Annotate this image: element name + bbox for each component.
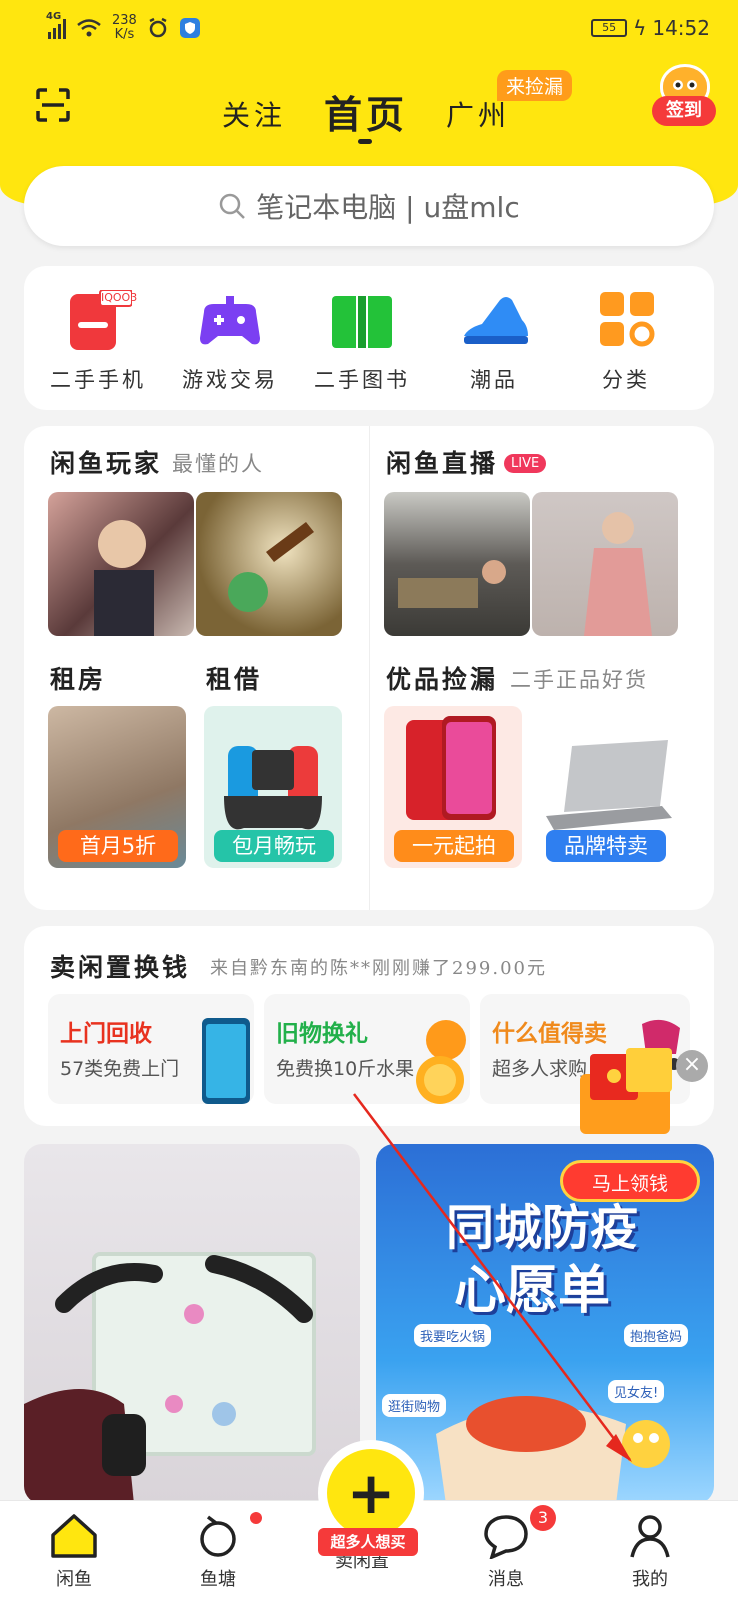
category-phones[interactable]: IQOO3 二手手机 [38,289,158,394]
clock: 14:52 [652,16,710,40]
picks-title[interactable]: 优品捡漏 [386,660,498,696]
borrow-promo-pill[interactable]: 包月畅玩 [214,830,334,862]
signal-icon: 4G [46,11,66,39]
pond-notification-dot [250,1512,262,1524]
nav-label: 我的 [632,1569,668,1590]
rent-title[interactable]: 租房 [50,660,106,696]
category-label: 二手手机 [50,368,146,392]
live-title[interactable]: 闲鱼直播 [386,444,498,480]
tab-follow[interactable]: 关注 [222,94,286,134]
rent-promo-pill[interactable]: 首月5折 [58,830,178,862]
phone-image [202,1018,250,1104]
divider [369,426,370,910]
wifi-icon [77,19,101,37]
category-bar: IQOO3 二手手机 游戏交易 二手图书 潮品 分类 [24,266,714,410]
phone-icon: IQOO3 [64,289,137,350]
sell-pickup-sub: 57类免费上门 [60,1058,180,1080]
network-type: 4G [46,11,62,22]
plus-icon: + [327,1449,415,1537]
category-label: 潮品 [470,368,518,392]
nav-label: 闲鱼 [56,1569,92,1590]
fab-tag: 超多人想买 [318,1528,418,1556]
sell-pickup[interactable]: 上门回收 57类免费上门 [48,994,254,1104]
nav-label: 鱼塘 [200,1569,236,1590]
nav-pond[interactable]: 鱼塘 [168,1513,268,1591]
network-speed: 238 K/s [112,13,137,42]
search-bar[interactable]: 笔记本电脑 | u盘mlc [24,166,714,246]
category-trend[interactable]: 潮品 [434,290,554,394]
category-books[interactable]: 二手图书 [302,290,422,394]
battery-indicator: 55 [591,19,628,37]
alarm-icon [149,17,167,38]
sell-exchange[interactable]: 旧物换礼 免费换10斤水果 [264,994,470,1104]
search-icon [220,193,246,219]
book-icon [328,290,396,350]
picks-promo-pill-1[interactable]: 一元起拍 [394,830,514,862]
picks-subtitle: 二手正品好货 [510,668,648,692]
close-icon[interactable]: × [676,1050,708,1082]
chat-icon [482,1513,530,1561]
nav-mine[interactable]: 我的 [600,1513,700,1591]
sneaker-icon [460,290,528,350]
sell-exchange-title: 旧物换礼 [276,1021,368,1047]
signin-button[interactable]: 签到 [652,64,716,128]
sell-exchange-sub: 免费换10斤水果 [276,1058,415,1080]
picks-promo-pill-2[interactable]: 品牌特卖 [546,830,666,862]
category-games[interactable]: 游戏交易 [170,290,290,394]
signin-label: 签到 [652,96,716,126]
charging-icon: ϟ [633,16,647,40]
search-placeholder: 笔记本电脑 | u盘mlc [256,191,520,224]
players-title[interactable]: 闲鱼玩家 [50,444,162,480]
player-photo-1[interactable] [48,492,194,636]
sell-pickup-title: 上门回收 [60,1021,152,1047]
sell-ticker: 来自黔东南的陈**刚刚赚了299.00元 [210,958,547,979]
city-badge: 来捡漏 [497,70,573,101]
active-tab-indicator [358,139,372,144]
category-label: 二手图书 [314,368,410,392]
feature-grid: 闲鱼玩家 最懂的人 闲鱼直播 租房 首月5折 租借 包月畅玩 优品捡漏 二手正品… [24,426,714,910]
sell-title[interactable]: 卖闲置换钱 [50,948,190,984]
feed-item-bands[interactable] [24,1144,360,1504]
pond-icon [194,1513,242,1559]
category-all[interactable]: 分类 [566,290,686,394]
nav-home[interactable]: 闲鱼 [24,1513,124,1591]
sell-worth-title: 什么值得卖 [492,1021,607,1047]
player-photo-2[interactable] [196,492,342,636]
borrow-title[interactable]: 租借 [206,660,262,696]
nav-label: 消息 [488,1569,524,1590]
gamepad-icon [196,290,264,350]
message-count-badge: 3 [530,1505,556,1531]
tab-home[interactable]: 首页 [324,84,408,139]
status-bar: 4G 238 K/s 55 ϟ 14:52 [0,0,738,60]
shield-icon [179,18,200,38]
grid-icon [592,290,660,350]
live-photo-1[interactable] [384,492,530,636]
category-label: 游戏交易 [182,368,278,392]
category-badge: IQOO3 [101,291,138,304]
live-badge: LIVE [504,454,547,473]
home-icon [50,1513,98,1559]
profile-icon [626,1513,674,1559]
category-label: 分类 [602,368,650,392]
players-subtitle: 最懂的人 [172,452,264,476]
live-photo-2[interactable] [532,492,678,636]
annotation-arrow [353,1093,632,1462]
